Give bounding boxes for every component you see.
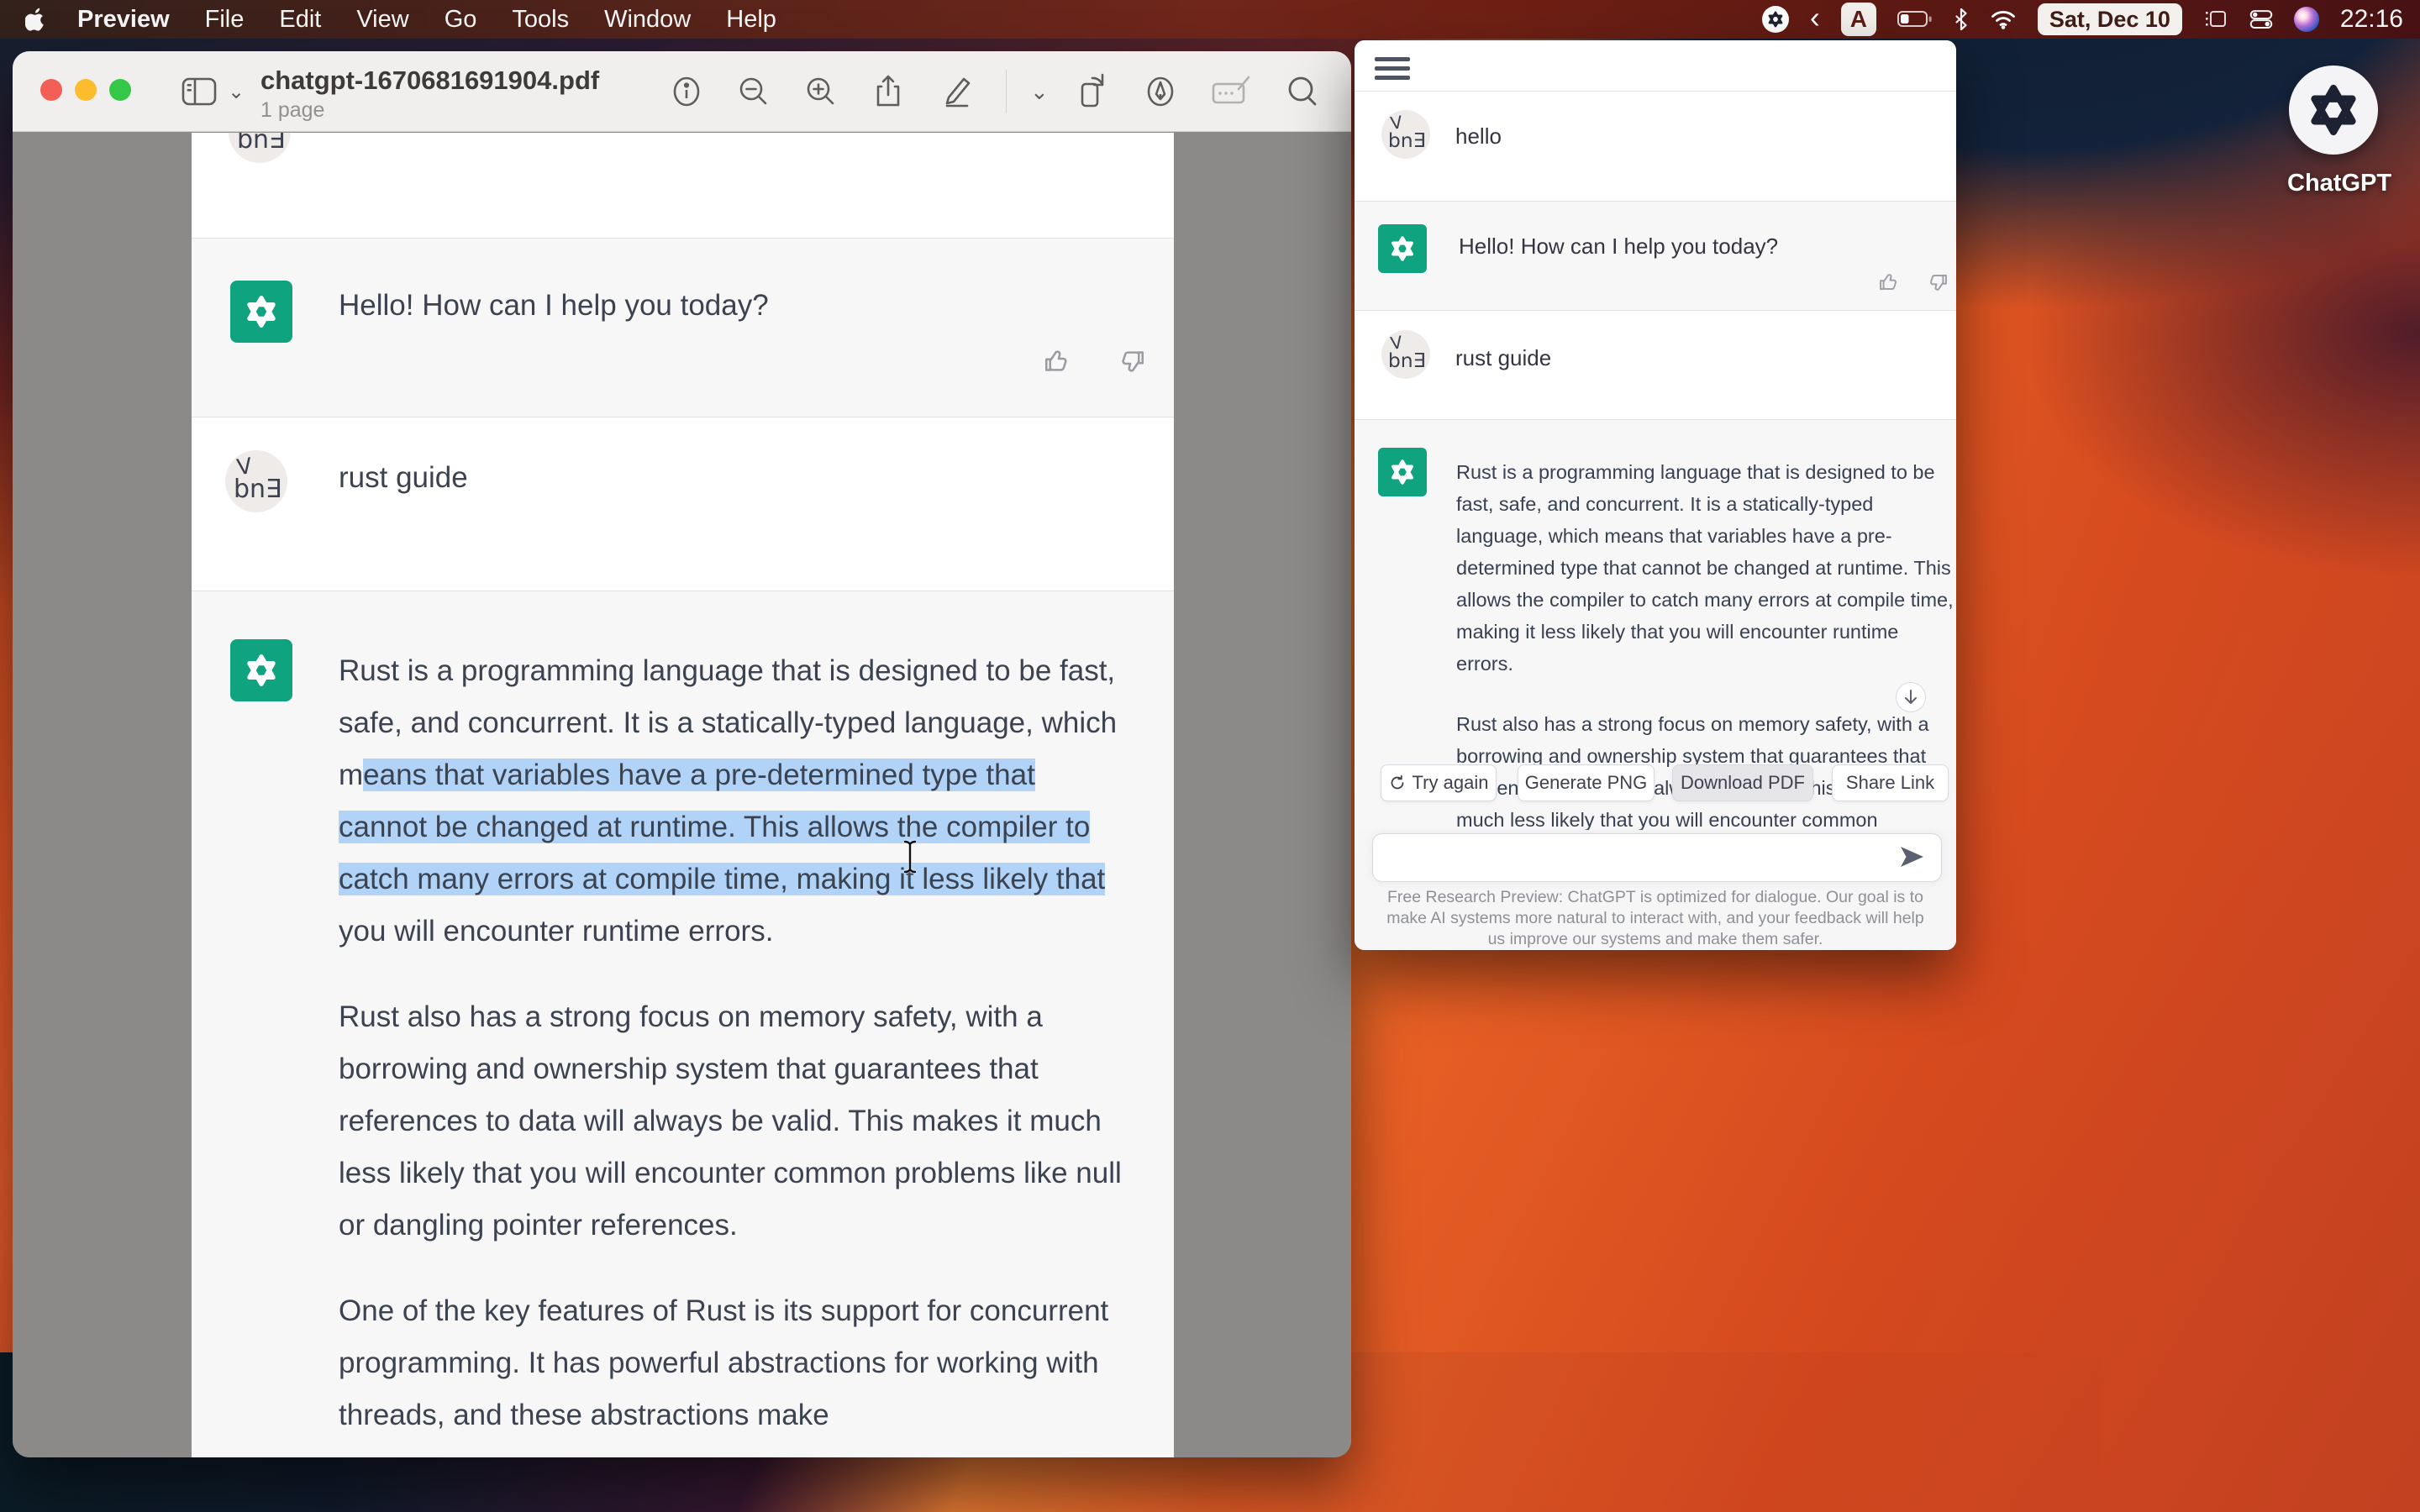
- menu-bar-clock[interactable]: 22:16: [2340, 5, 2403, 34]
- menu-item-go[interactable]: Go: [427, 6, 495, 34]
- text-cursor: [902, 839, 918, 874]
- pdf-page[interactable]: Hello! How can I help you today? rust gu…: [192, 133, 1174, 1457]
- chatgpt-desktop-icon[interactable]: ChatGPT: [2287, 66, 2380, 197]
- user-message: rust guide: [1455, 345, 1551, 371]
- zoom-button[interactable]: [109, 79, 131, 101]
- zoom-out-button[interactable]: [735, 73, 772, 110]
- scroll-to-bottom-button[interactable]: [1896, 682, 1926, 712]
- thumbs-down-icon[interactable]: [1926, 270, 1949, 294]
- chat-message-input[interactable]: [1372, 833, 1942, 882]
- menu-item-preview[interactable]: Preview: [60, 6, 187, 34]
- download-pdf-button[interactable]: Download PDF: [1672, 764, 1813, 801]
- menu-item-window[interactable]: Window: [587, 6, 708, 34]
- user-prompt-text: rust guide: [339, 461, 468, 495]
- chatgpt-avatar-icon: [1378, 448, 1427, 496]
- chatgpt-window: hello Hello! How can I help you today? r…: [1355, 40, 1956, 950]
- sidebar-toggle-button[interactable]: ⌄: [179, 74, 245, 109]
- screen-mirroring-icon[interactable]: [2203, 8, 2228, 30]
- chat-row-user1: hello: [1355, 92, 1956, 202]
- markup-dropdown-chevron[interactable]: ⌄: [1030, 79, 1049, 105]
- thumbs-down-icon: [1117, 346, 1147, 376]
- chatgpt-disclaimer: Free Research Preview: ChatGPT is optimi…: [1380, 887, 1931, 950]
- user-avatar: [225, 450, 287, 512]
- traffic-lights: [40, 79, 131, 101]
- document-title-block: chatgpt-1670681691904.pdf 1 page: [260, 66, 599, 123]
- battery-icon[interactable]: [1897, 9, 1933, 29]
- input-source-indicator[interactable]: A: [1841, 3, 1876, 36]
- menu-item-file[interactable]: File: [187, 6, 262, 34]
- generate-png-button[interactable]: Generate PNG: [1518, 764, 1655, 801]
- document-title: chatgpt-1670681691904.pdf: [260, 66, 599, 96]
- menu-item-view[interactable]: View: [339, 6, 426, 34]
- share-link-button[interactable]: Share Link: [1832, 764, 1949, 801]
- pdf-response-paragraph-1: Rust is a programming language that is d…: [339, 645, 1128, 958]
- apple-menu-icon[interactable]: [25, 7, 46, 32]
- chatgpt-avatar-icon: [230, 639, 292, 701]
- toolbar-divider: [1006, 70, 1007, 113]
- assistant-message: Hello! How can I help you today?: [1459, 234, 1778, 260]
- sidebar-icon: [179, 74, 219, 109]
- wifi-icon[interactable]: [1990, 8, 2017, 30]
- user-message: hello: [1455, 123, 1502, 150]
- menu-item-help[interactable]: Help: [708, 6, 794, 34]
- response-actions: Try again Generate PNG Download PDF Shar…: [1355, 764, 1956, 801]
- selected-text: eans that variables have a pre-determine…: [339, 759, 1105, 895]
- chatgpt-avatar-icon: [1378, 224, 1427, 273]
- pdf-row-assistant-greeting: Hello! How can I help you today?: [192, 239, 1174, 417]
- share-button[interactable]: [870, 73, 907, 110]
- close-button[interactable]: [40, 79, 62, 101]
- menu-item-edit[interactable]: Edit: [261, 6, 339, 34]
- send-icon[interactable]: [1899, 845, 1924, 869]
- pdf-row-user-partial: [192, 133, 1174, 239]
- chatgpt-icon-label: ChatGPT: [2287, 170, 2380, 197]
- form-fill-button[interactable]: [1210, 72, 1254, 111]
- refresh-icon: [1389, 774, 1406, 791]
- user-avatar: [229, 133, 291, 163]
- preview-window: ⌄ chatgpt-1670681691904.pdf 1 page: [13, 51, 1351, 1457]
- siri-icon[interactable]: [2294, 7, 2319, 32]
- pdf-response-paragraph-3: One of the key features of Rust is its s…: [339, 1285, 1128, 1441]
- chat-row-user2: rust guide: [1355, 311, 1956, 420]
- menu-item-tools[interactable]: Tools: [494, 6, 587, 34]
- menu-bar-status-area: ‹ A: [1762, 0, 2403, 39]
- pdf-content-area[interactable]: Hello! How can I help you today? rust gu…: [13, 133, 1351, 1457]
- zoom-in-button[interactable]: [802, 73, 839, 110]
- pdf-row-user-prompt: rust guide: [192, 417, 1174, 591]
- menu-bar: Preview File Edit View Go Tools Window H…: [0, 0, 2420, 39]
- notch-chevron-icon[interactable]: ‹: [1810, 3, 1820, 33]
- rotate-button[interactable]: [1072, 72, 1111, 111]
- chatgpt-topbar: [1355, 40, 1956, 92]
- chat-row-assistant1: Hello! How can I help you today?: [1355, 202, 1956, 311]
- bluetooth-icon[interactable]: [1954, 8, 1969, 31]
- chat-response-paragraph-1: Rust is a programming language that is d…: [1456, 456, 1956, 680]
- chatgpt-app-icon: [2289, 66, 2378, 155]
- document-page-count: 1 page: [260, 98, 599, 123]
- minimize-button[interactable]: [75, 79, 97, 101]
- thumbs-up-icon: [1042, 346, 1072, 376]
- chatgpt-status-icon[interactable]: [1762, 6, 1789, 33]
- assistant-greeting-text: Hello! How can I help you today?: [339, 289, 769, 323]
- sidebar-chevron-icon: ⌄: [228, 80, 245, 104]
- search-button[interactable]: [1284, 73, 1321, 110]
- chat-input-area: Free Research Preview: ChatGPT is optimi…: [1355, 830, 1956, 950]
- preview-titlebar[interactable]: ⌄ chatgpt-1670681691904.pdf 1 page: [13, 51, 1351, 132]
- chatgpt-avatar-icon: [230, 281, 292, 343]
- pdf-response-text[interactable]: Rust is a programming language that is d…: [339, 645, 1128, 1441]
- menu-bar-date[interactable]: Sat, Dec 10: [2038, 3, 2182, 35]
- user-avatar: [1381, 110, 1430, 159]
- annotate-button[interactable]: [1141, 72, 1180, 111]
- thumbs-up-icon[interactable]: [1877, 270, 1901, 294]
- chat-response-text: Rust is a programming language that is d…: [1456, 456, 1956, 868]
- try-again-button[interactable]: Try again: [1381, 764, 1497, 801]
- pdf-response-paragraph-2: Rust also has a strong focus on memory s…: [339, 991, 1128, 1252]
- inspector-button[interactable]: [668, 73, 705, 110]
- menu-hamburger-icon[interactable]: [1375, 57, 1410, 85]
- control-center-icon[interactable]: [2249, 8, 2273, 30]
- user-avatar: [1381, 330, 1430, 379]
- pdf-row-assistant-response: Rust is a programming language that is d…: [192, 591, 1174, 1457]
- markup-button[interactable]: [937, 72, 976, 111]
